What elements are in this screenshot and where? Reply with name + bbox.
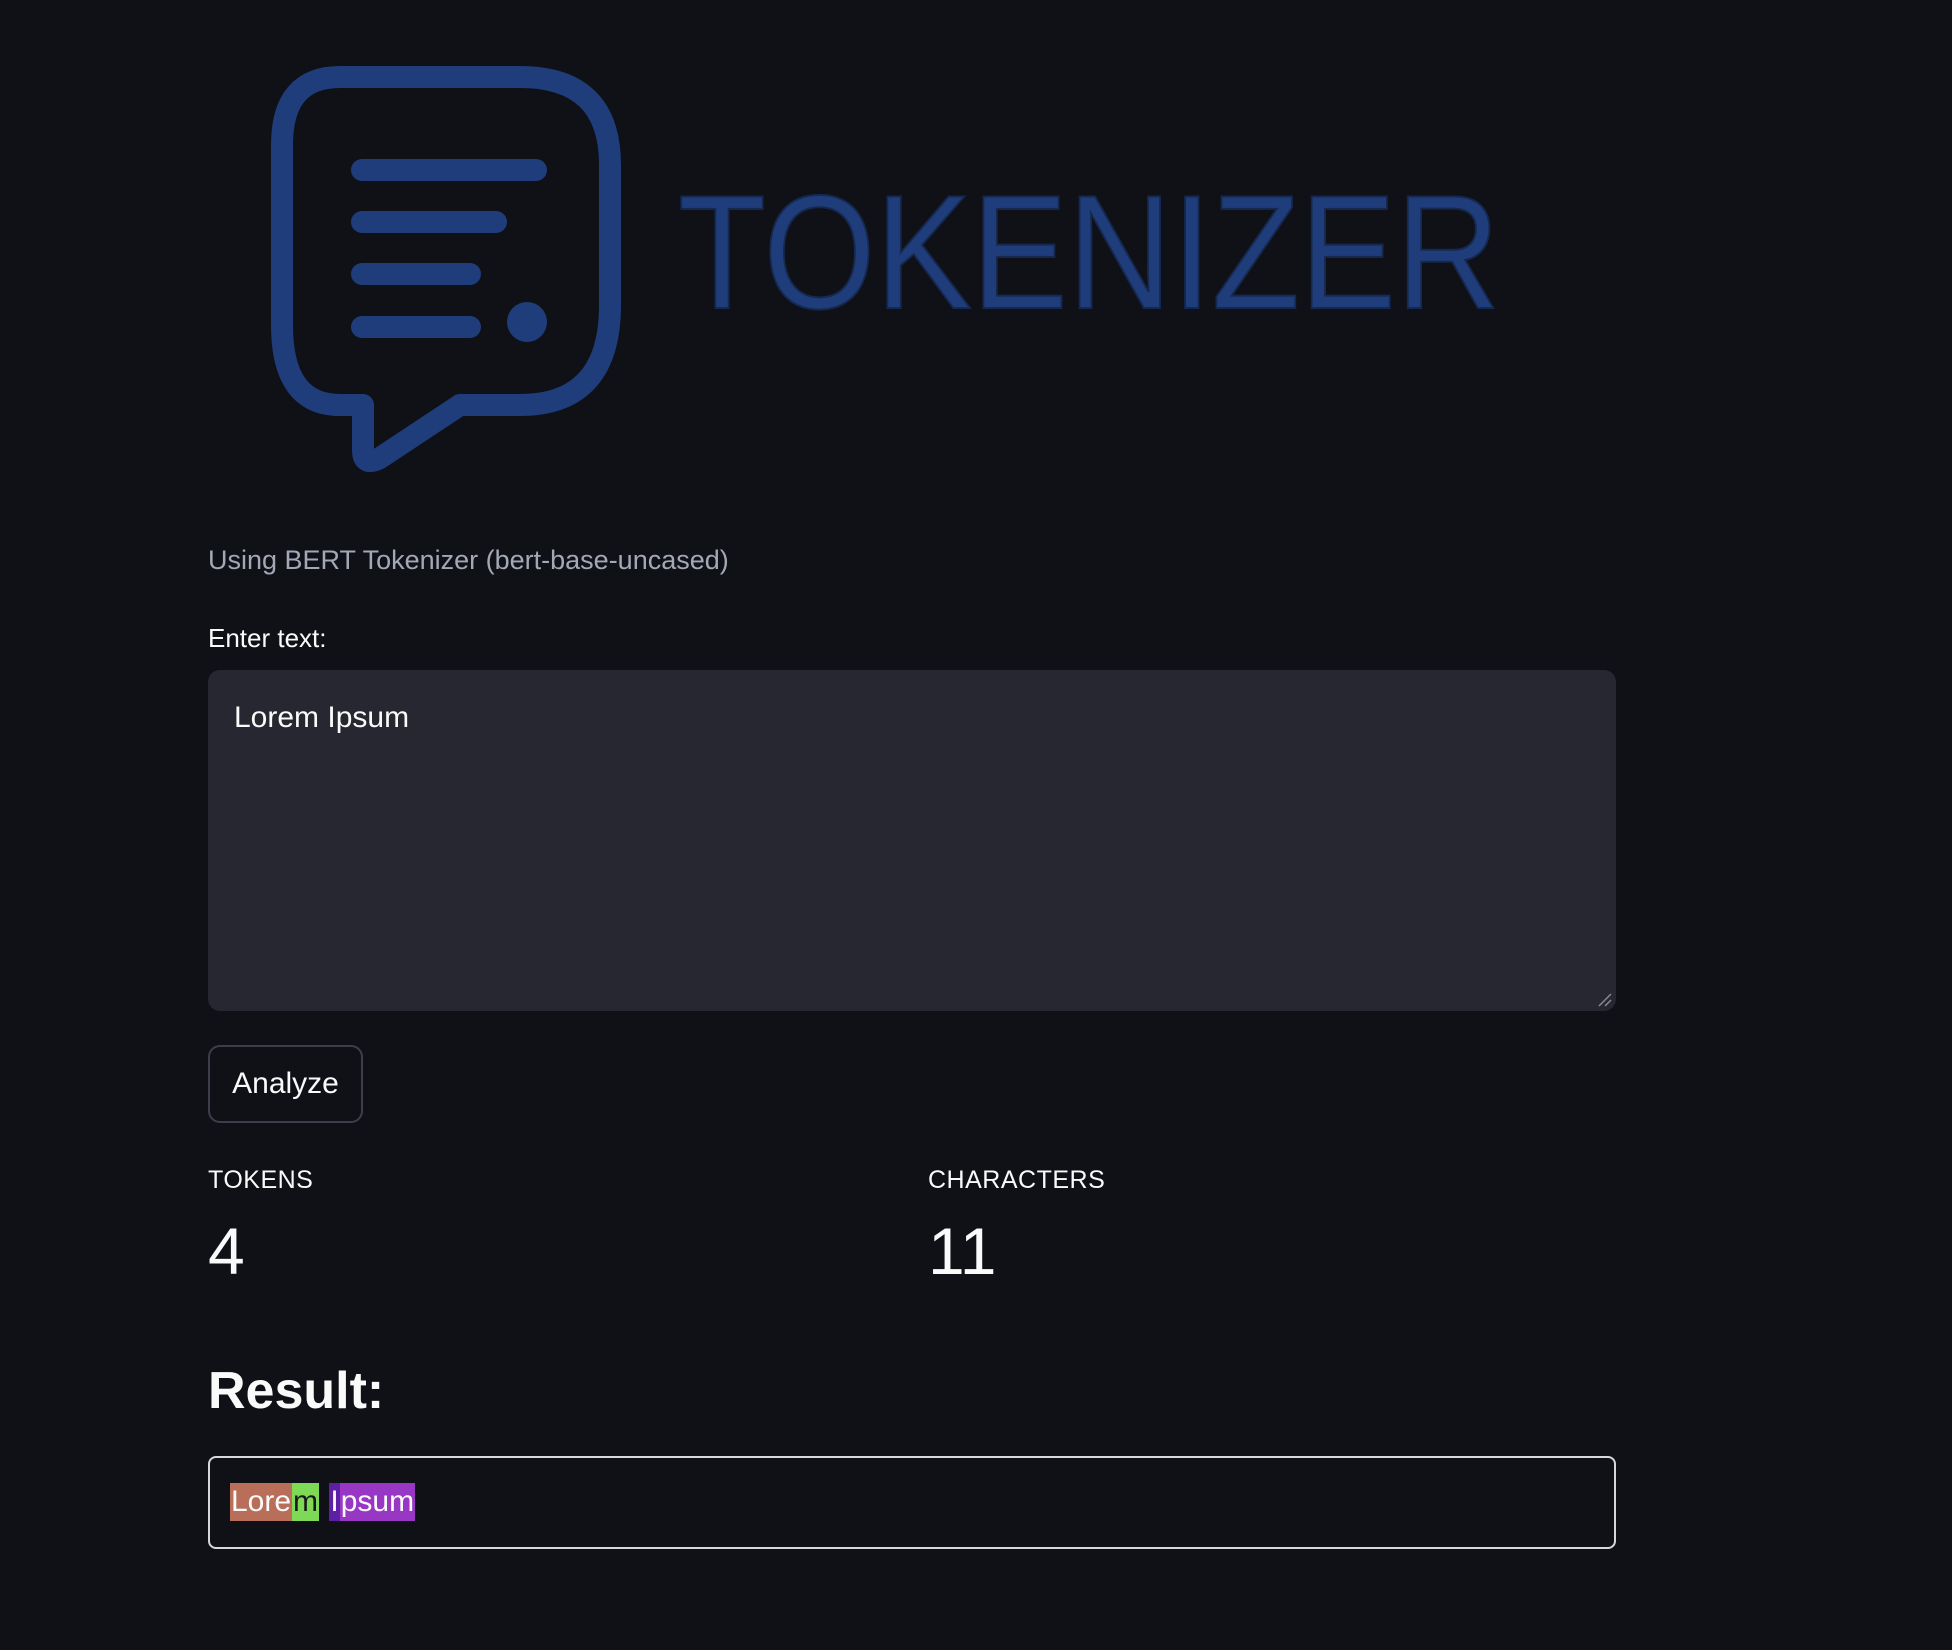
characters-value: 11 [928, 1214, 997, 1288]
chat-document-icon: TOKENIZER [271, 66, 1501, 473]
text-input[interactable] [208, 670, 1616, 1011]
analyze-button[interactable]: Analyze [208, 1045, 363, 1123]
resize-handle-icon[interactable] [1596, 991, 1612, 1007]
characters-label: CHARACTERS [928, 1166, 1106, 1194]
characters-metric: CHARACTERS 11 [928, 1163, 1105, 1291]
tokens-value: 4 [208, 1214, 245, 1288]
token-chip: psum [339, 1483, 416, 1521]
logo-text: TOKENIZER [678, 162, 1500, 343]
token-chip: I [329, 1483, 340, 1521]
tokenizer-description: Using BERT Tokenizer (bert-base-uncased) [208, 545, 729, 575]
tokenizer-logo: TOKENIZER [270, 65, 1530, 485]
tokens-metric: TOKENS 4 [208, 1163, 313, 1291]
page: TOKENIZER Using BERT Tokenizer (bert-bas… [0, 0, 1952, 1650]
token-chip: m [292, 1483, 320, 1521]
tokens-label: TOKENS [208, 1166, 314, 1194]
tokenized-result: Lorem Ipsum [208, 1456, 1616, 1549]
result-heading: Result: [208, 1362, 385, 1420]
input-label: Enter text: [208, 623, 327, 653]
text-input-container [208, 670, 1616, 1011]
token-chip: Lore [230, 1483, 293, 1521]
